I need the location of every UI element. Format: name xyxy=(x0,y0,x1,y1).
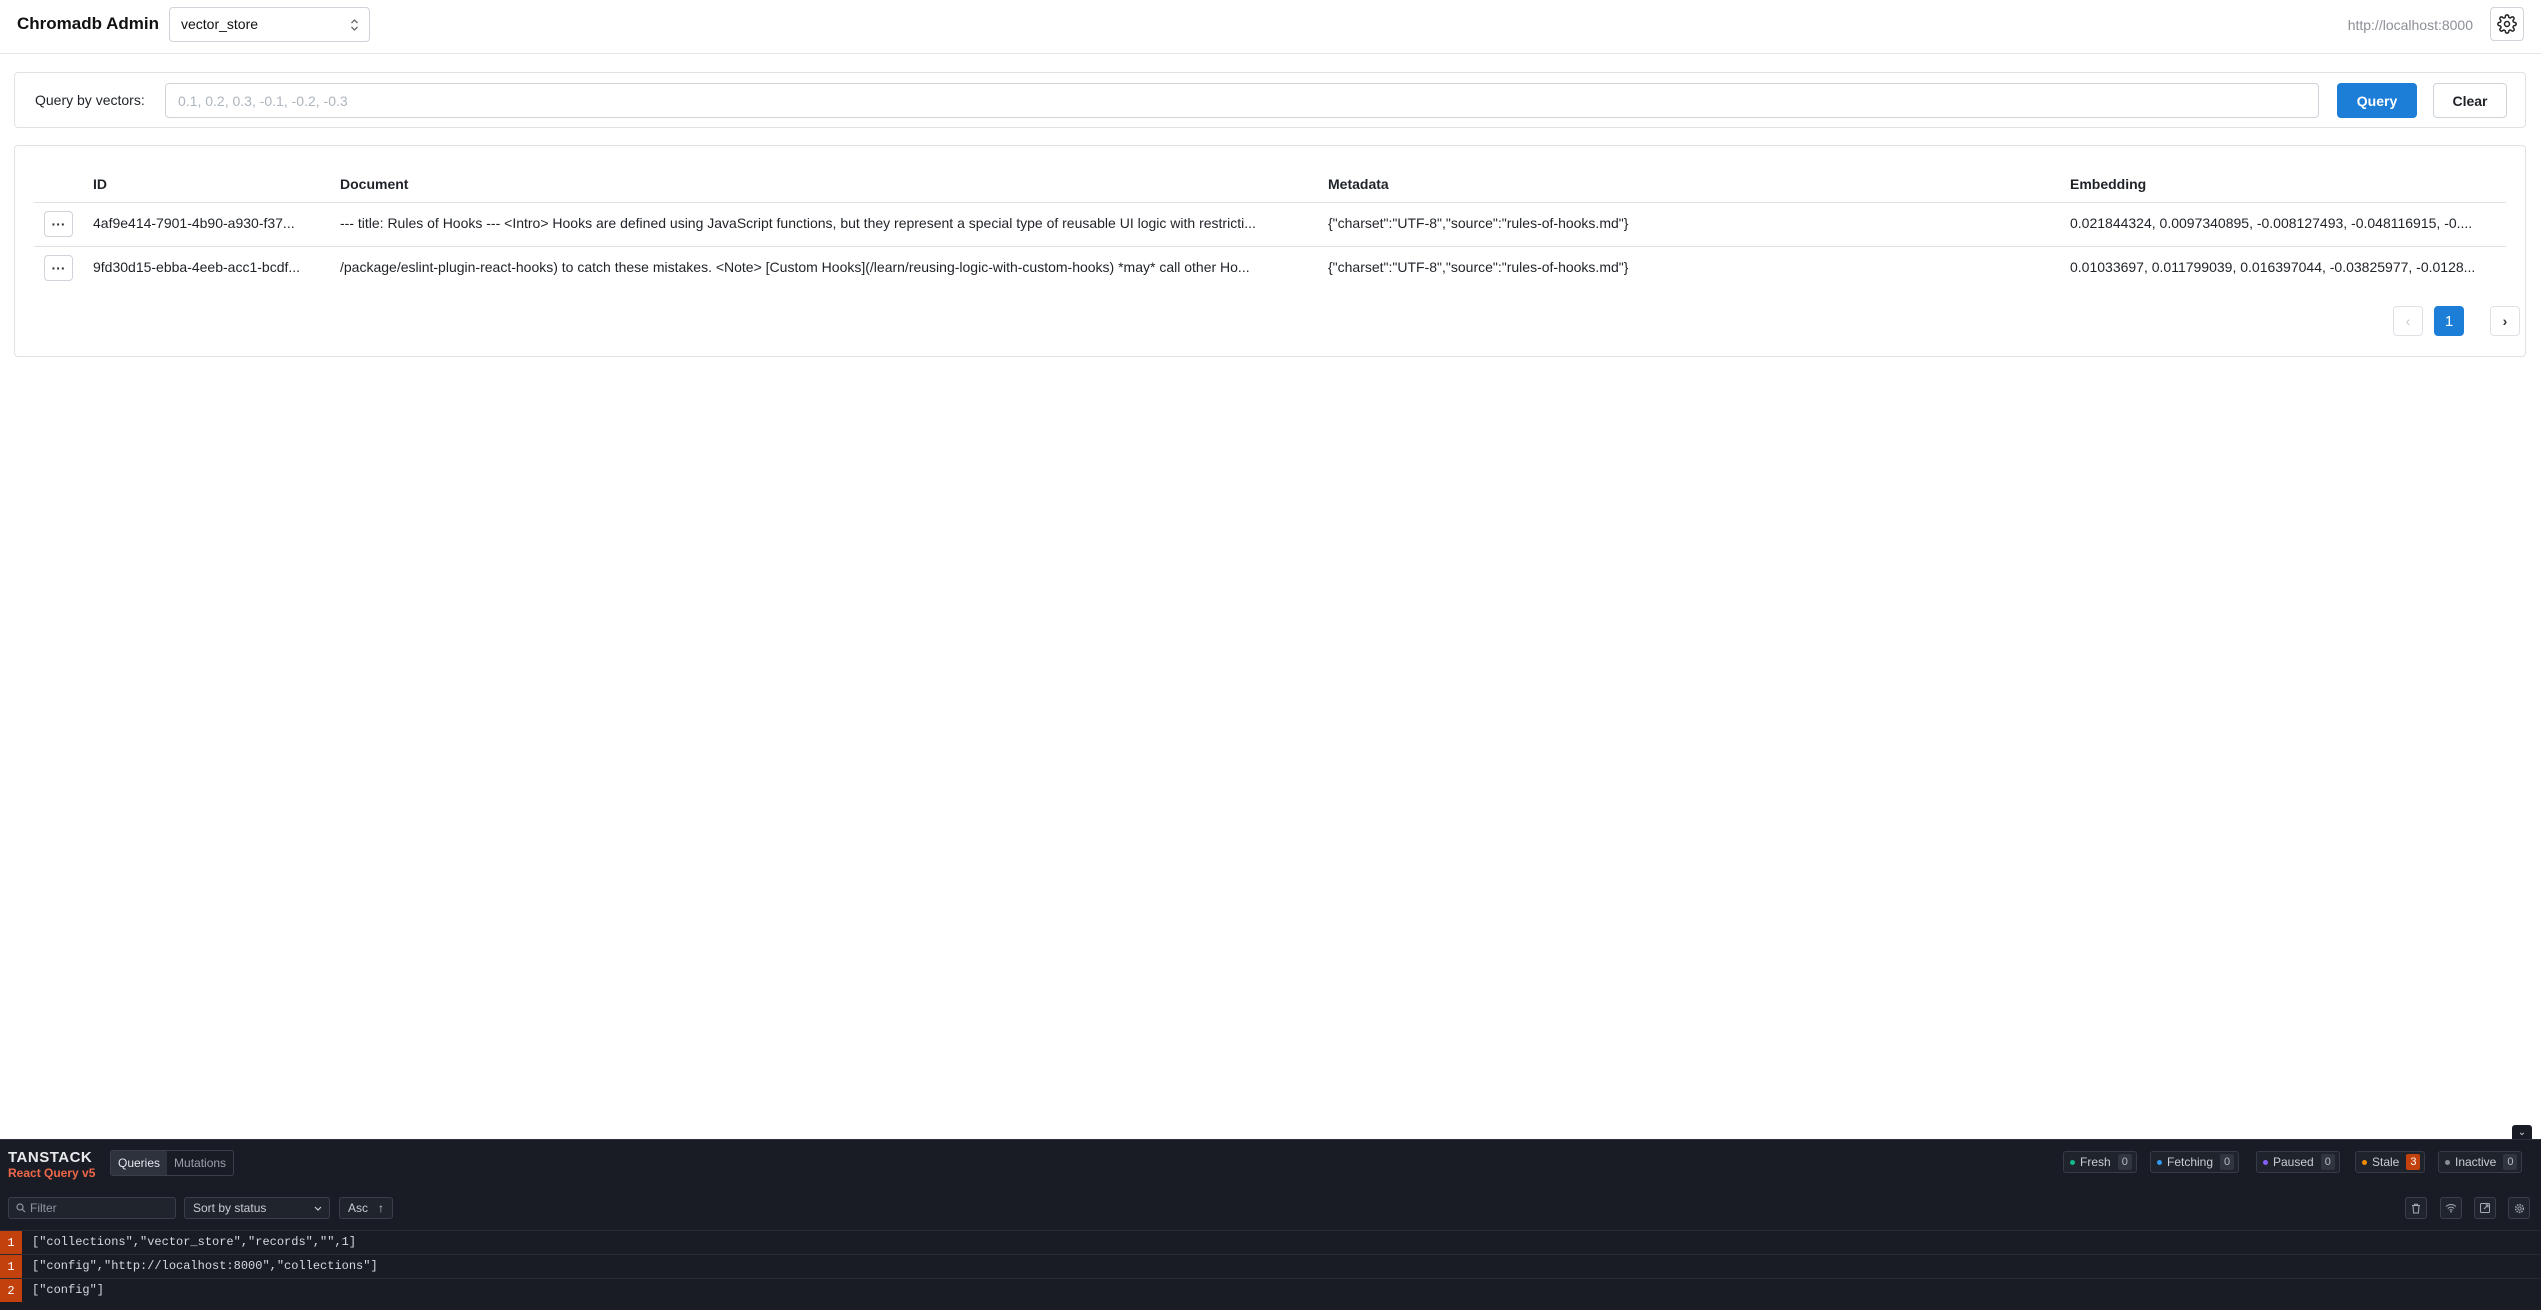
trash-icon xyxy=(2412,1203,2420,1213)
pagination-prev-button[interactable]: ‹ xyxy=(2393,306,2423,336)
open-panel-button[interactable] xyxy=(2474,1197,2496,1219)
status-fresh[interactable]: Fresh 0 xyxy=(2063,1151,2137,1173)
column-header-document: Document xyxy=(340,176,409,192)
cell-metadata: {"charset":"UTF-8","source":"rules-of-ho… xyxy=(1328,259,1629,275)
fetching-dot-icon xyxy=(2157,1159,2162,1165)
chevron-right-icon: › xyxy=(2502,313,2508,329)
sort-label: Sort by status xyxy=(193,1201,267,1215)
query-key: ["config"] xyxy=(32,1283,105,1297)
cell-document: /package/eslint-plugin-react-hooks) to c… xyxy=(340,259,1250,275)
query-devtools-panel: TANSTACK React Query v5 Queries Mutation… xyxy=(0,1139,2541,1310)
more-icon: ··· xyxy=(51,260,66,276)
query-card: Query by vectors: Query Clear xyxy=(14,72,2526,128)
status-count: 0 xyxy=(2320,1154,2335,1170)
query-label: Query by vectors: xyxy=(35,92,145,108)
cell-embedding: 0.021844324, 0.0097340895, -0.008127493,… xyxy=(2070,215,2473,231)
cell-id: 9fd30d15-ebba-4eeb-acc1-bcdf... xyxy=(93,259,301,275)
column-header-id: ID xyxy=(93,176,107,192)
collection-select[interactable]: vector_store xyxy=(169,7,370,42)
header-divider xyxy=(34,202,2506,203)
query-key: ["collections","vector_store","records",… xyxy=(32,1235,357,1249)
row-divider xyxy=(34,246,2506,247)
search-icon xyxy=(16,1203,26,1213)
app-title: Chromadb Admin xyxy=(17,14,159,33)
gear-icon xyxy=(2514,1203,2524,1213)
query-observer-count: 1 xyxy=(0,1255,22,1278)
external-panel-icon xyxy=(2480,1203,2490,1213)
select-chevron-icon xyxy=(350,8,359,46)
query-vector-input[interactable] xyxy=(165,83,2319,118)
order-label: Asc xyxy=(348,1201,369,1215)
query-row[interactable]: 1 ["collections","vector_store","records… xyxy=(0,1230,2541,1255)
arrow-up-icon: ↑ xyxy=(378,1201,384,1215)
status-label: Stale xyxy=(2372,1155,2400,1169)
status-stale[interactable]: Stale 3 xyxy=(2355,1151,2426,1173)
status-count: 0 xyxy=(2220,1154,2235,1170)
inactive-dot-icon xyxy=(2445,1159,2450,1165)
cell-embedding: 0.01033697, 0.011799039, 0.016397044, -0… xyxy=(2070,259,2476,275)
status-paused[interactable]: Paused 0 xyxy=(2256,1151,2340,1173)
row-actions-button[interactable]: ··· xyxy=(44,255,73,281)
devtools-filter-input[interactable]: Filter xyxy=(8,1197,176,1219)
status-inactive[interactable]: Inactive 0 xyxy=(2438,1151,2523,1173)
gear-icon xyxy=(2497,14,2517,34)
query-key: ["config","http://localhost:8000","colle… xyxy=(32,1259,378,1273)
devtools-sort-select[interactable]: Sort by status xyxy=(184,1197,330,1219)
status-label: Inactive xyxy=(2455,1155,2497,1169)
more-icon: ··· xyxy=(51,216,66,232)
status-count: 0 xyxy=(2117,1154,2132,1170)
clear-cache-button[interactable] xyxy=(2405,1197,2427,1219)
records-table: ID Document Metadata Embedding ··· 4af9e… xyxy=(14,145,2526,357)
app-header: Chromadb Admin vector_store http://local… xyxy=(0,0,2541,54)
stale-dot-icon xyxy=(2362,1159,2367,1165)
query-observer-count: 2 xyxy=(0,1279,22,1302)
status-label: Fresh xyxy=(2080,1155,2111,1169)
query-observer-count: 1 xyxy=(0,1231,22,1254)
chevron-left-icon: ‹ xyxy=(2405,313,2411,329)
devtools-view-tabs: Queries Mutations xyxy=(110,1150,235,1176)
cell-id: 4af9e414-7901-4b90-a930-f37... xyxy=(93,215,295,231)
row-actions-button[interactable]: ··· xyxy=(44,211,73,237)
fresh-dot-icon xyxy=(2070,1159,2075,1165)
paused-dot-icon xyxy=(2263,1159,2268,1165)
devtools-logo-subtitle: React Query v5 xyxy=(8,1166,96,1180)
column-header-embedding: Embedding xyxy=(2070,176,2147,192)
collection-select-value: vector_store xyxy=(181,16,259,32)
devtools-collapse-button[interactable]: ⌄ xyxy=(2512,1125,2532,1139)
status-label: Paused xyxy=(2273,1155,2314,1169)
devtools-settings-button[interactable] xyxy=(2508,1197,2530,1219)
settings-button[interactable] xyxy=(2490,7,2524,41)
status-count: 0 xyxy=(2503,1154,2518,1170)
query-row[interactable]: 1 ["config","http://localhost:8000","col… xyxy=(0,1254,2541,1279)
devtools-logo-title[interactable]: TANSTACK xyxy=(8,1149,92,1166)
chevron-down-icon: ⌄ xyxy=(2517,1126,2527,1138)
tab-mutations[interactable]: Mutations xyxy=(167,1151,233,1175)
status-label: Fetching xyxy=(2167,1155,2214,1169)
pagination-page-button[interactable]: 1 xyxy=(2434,306,2464,336)
pagination-next-button[interactable]: › xyxy=(2490,306,2520,336)
cell-document: --- title: Rules of Hooks --- <Intro> Ho… xyxy=(340,215,1256,231)
query-button[interactable]: Query xyxy=(2337,83,2417,118)
wifi-icon xyxy=(2445,1204,2457,1213)
clear-button[interactable]: Clear xyxy=(2433,83,2507,118)
filter-placeholder: Filter xyxy=(30,1201,57,1215)
tab-queries[interactable]: Queries xyxy=(111,1151,168,1175)
status-count: 3 xyxy=(2406,1154,2421,1170)
status-fetching[interactable]: Fetching 0 xyxy=(2150,1151,2240,1173)
query-row[interactable]: 2 ["config"] xyxy=(0,1278,2541,1303)
server-url: http://localhost:8000 xyxy=(2347,17,2473,33)
chevron-down-icon xyxy=(314,1206,322,1211)
cell-metadata: {"charset":"UTF-8","source":"rules-of-ho… xyxy=(1328,215,1629,231)
column-header-metadata: Metadata xyxy=(1328,176,1389,192)
devtools-order-toggle[interactable]: Asc ↑ xyxy=(339,1197,393,1219)
mock-offline-button[interactable] xyxy=(2440,1197,2462,1219)
